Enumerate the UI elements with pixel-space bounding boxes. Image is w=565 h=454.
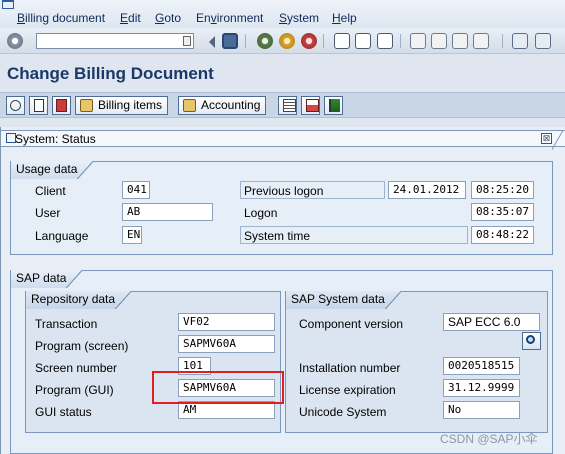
repository-data-title: Repository data: [31, 292, 116, 306]
dialog-title: System: Status: [15, 132, 96, 146]
magnifier-icon: [526, 335, 535, 344]
transaction-label: Transaction: [35, 317, 98, 331]
previous-logon-date-field[interactable]: 24.01.2012: [388, 181, 466, 199]
sap-data-title: SAP data: [16, 271, 67, 285]
find-icon[interactable]: [355, 33, 371, 49]
print-icon[interactable]: [334, 33, 350, 49]
create-button[interactable]: [29, 96, 48, 115]
logon-time-field[interactable]: 08:35:07: [471, 203, 534, 221]
component-version-label: Component version: [299, 317, 404, 331]
new-session-icon[interactable]: [512, 33, 528, 49]
first-page-icon[interactable]: [410, 33, 426, 49]
menu-help[interactable]: Help: [332, 11, 357, 25]
installation-number-field[interactable]: 0020518515: [443, 357, 520, 375]
gui-status-label: GUI status: [35, 405, 92, 419]
flag-icon: [329, 99, 340, 112]
collapse-arrow-icon[interactable]: [203, 36, 215, 48]
header-button[interactable]: [301, 96, 320, 115]
client-field[interactable]: 041: [122, 181, 150, 199]
exit-icon[interactable]: [279, 33, 295, 49]
accounting-button[interactable]: Accounting: [178, 96, 267, 115]
person-icon: [183, 99, 196, 112]
sap-system-data-title: SAP System data: [291, 292, 385, 306]
language-label: Language: [35, 229, 89, 243]
enter-icon[interactable]: [7, 33, 23, 49]
page-title: Change Billing Document: [7, 64, 214, 83]
system-time-label: System time: [244, 229, 311, 243]
window-icon[interactable]: [2, 0, 14, 9]
document-icon: [34, 99, 44, 112]
person-icon: [80, 99, 93, 112]
toolbar-separator: [245, 34, 246, 48]
watermark: CSDN @SAP小伞: [440, 432, 538, 446]
list-icon: [283, 99, 296, 112]
find-next-icon[interactable]: [377, 33, 393, 49]
save-icon[interactable]: [222, 33, 238, 49]
unicode-system-label: Unicode System: [299, 405, 387, 419]
program-screen-field[interactable]: SAPMV60A: [178, 335, 275, 353]
sap-data-header: SAP data: [11, 270, 83, 288]
accounting-label: Accounting: [201, 98, 261, 112]
output-button[interactable]: [278, 96, 297, 115]
usage-data-title: Usage data: [16, 162, 78, 176]
last-page-icon[interactable]: [473, 33, 489, 49]
language-field[interactable]: EN: [122, 226, 142, 244]
billing-items-label: Billing items: [98, 98, 163, 112]
toolbar-separator: [323, 34, 324, 48]
sap-system-data-header: SAP System data: [286, 291, 401, 309]
system-time-field[interactable]: 08:48:22: [471, 226, 534, 244]
glasses-icon: [10, 100, 21, 111]
search-details-button[interactable]: [522, 332, 541, 350]
menu-environment[interactable]: Environment: [196, 11, 263, 25]
screen-number-label: Screen number: [35, 361, 118, 375]
highlight-box: [152, 371, 284, 404]
header-icon: [306, 99, 319, 112]
display-change-button[interactable]: [6, 96, 25, 115]
title-bar-edge: [551, 130, 564, 150]
delete-icon: [56, 99, 67, 112]
cancel-icon[interactable]: [301, 33, 317, 49]
license-expiration-field[interactable]: 31.12.9999: [443, 379, 520, 397]
usage-data-header: Usage data: [11, 161, 94, 179]
logon-label: Logon: [244, 206, 278, 220]
menu-billing-document[interactable]: Billing document: [17, 11, 105, 25]
unicode-system-field[interactable]: No: [443, 401, 520, 419]
previous-logon-time-field[interactable]: 08:25:20: [471, 181, 534, 199]
application-toolbar: Billing items Accounting: [0, 92, 565, 118]
shortcut-icon[interactable]: [535, 33, 551, 49]
delete-button[interactable]: [52, 96, 71, 115]
menu-bar: Billing document Edit Goto Environment S…: [0, 0, 565, 28]
menu-edit[interactable]: Edit: [120, 11, 141, 25]
toolbar-separator: [400, 34, 401, 48]
next-page-icon[interactable]: [452, 33, 468, 49]
release-button[interactable]: [324, 96, 343, 115]
toolbar-separator: [502, 34, 503, 48]
repository-data-header: Repository data: [26, 291, 132, 309]
menu-goto[interactable]: Goto: [155, 11, 181, 25]
installation-number-label: Installation number: [299, 361, 401, 375]
back-icon[interactable]: [257, 33, 273, 49]
dialog-title-bar: System: Status ⊠: [1, 130, 565, 150]
standard-toolbar: [0, 28, 565, 54]
previous-page-icon[interactable]: [431, 33, 447, 49]
user-field[interactable]: AB: [122, 203, 213, 221]
menu-system[interactable]: System: [279, 11, 319, 25]
program-screen-label: Program (screen): [35, 339, 129, 353]
license-expiration-label: License expiration: [299, 383, 396, 397]
command-field[interactable]: [36, 33, 194, 49]
billing-items-button[interactable]: Billing items: [75, 96, 169, 115]
command-history-icon[interactable]: [183, 36, 191, 46]
component-version-field[interactable]: SAP ECC 6.0: [443, 313, 540, 331]
previous-logon-label: Previous logon: [244, 184, 324, 198]
user-label: User: [35, 206, 61, 220]
transaction-field[interactable]: VF02: [178, 313, 275, 331]
client-label: Client: [35, 184, 66, 198]
close-icon[interactable]: ⊠: [541, 133, 552, 144]
program-gui-label: Program (GUI): [35, 383, 114, 397]
